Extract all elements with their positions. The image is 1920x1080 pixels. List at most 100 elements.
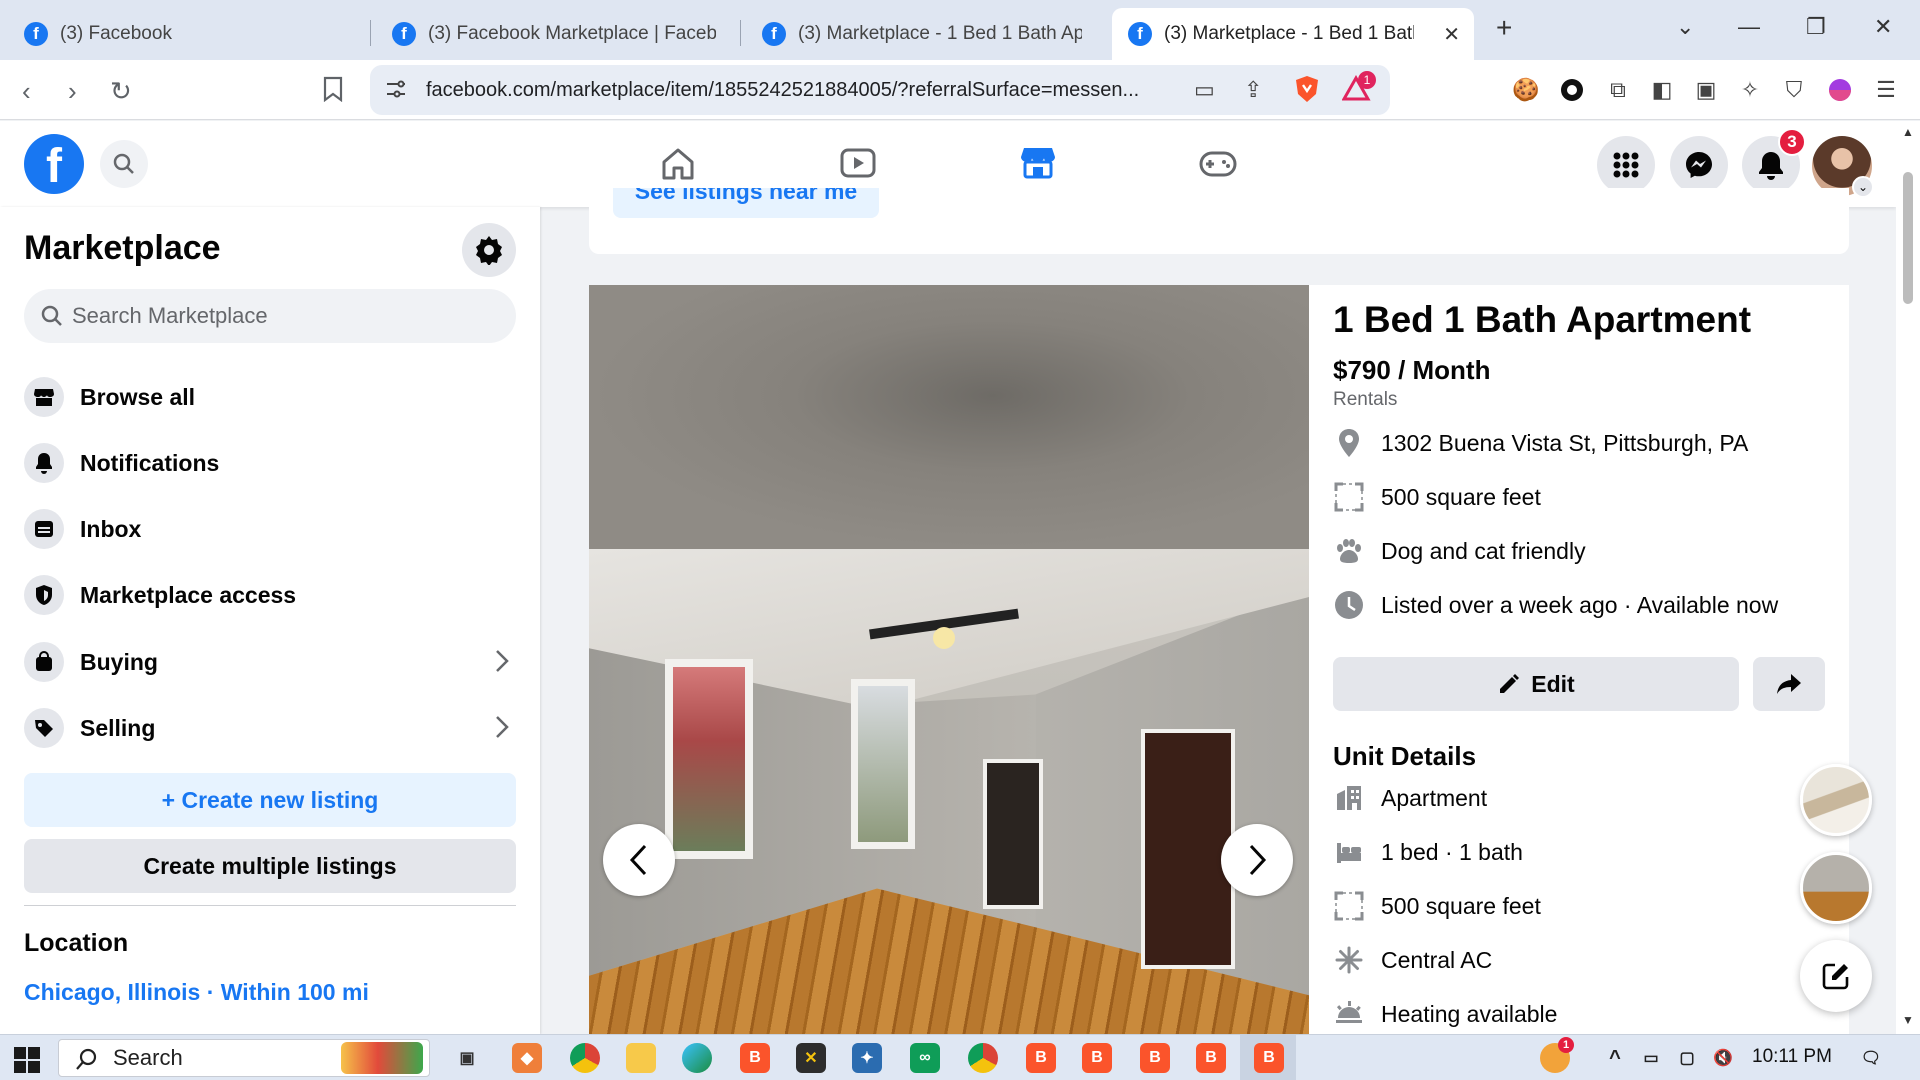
- location-link[interactable]: Chicago, Illinois · Within 100 mi: [24, 979, 369, 1006]
- listing-category[interactable]: Rentals: [1333, 389, 1397, 411]
- forward-icon[interactable]: ›: [68, 76, 77, 107]
- window-close-icon[interactable]: ✕: [1874, 14, 1892, 40]
- reload-icon[interactable]: ↻: [110, 76, 132, 107]
- menu-icon[interactable]: ☰: [1872, 76, 1900, 104]
- new-tab-icon[interactable]: +: [1496, 12, 1512, 44]
- unit-detail-row: Apartment: [1333, 780, 1487, 816]
- tab-search-chevron-icon[interactable]: ⌄: [1676, 14, 1694, 40]
- back-icon[interactable]: ‹: [22, 76, 31, 107]
- brave-icon[interactable]: B: [1026, 1043, 1056, 1073]
- site-info-icon[interactable]: [384, 77, 408, 107]
- taskbar-search-box[interactable]: Search: [58, 1039, 430, 1077]
- notification-center-icon[interactable]: 🗨: [1856, 1043, 1886, 1073]
- notifications-button[interactable]: 3: [1742, 128, 1806, 194]
- sidebar-item-notifications[interactable]: Notifications: [24, 433, 516, 493]
- bookmark-icon[interactable]: [322, 76, 344, 109]
- chevron-right-icon: [1249, 844, 1267, 876]
- brave-icon[interactable]: B: [1082, 1043, 1112, 1073]
- sidebar-item-inbox[interactable]: Inbox: [24, 499, 516, 559]
- network-icon[interactable]: ▢: [1672, 1043, 1702, 1073]
- chrome-icon[interactable]: [968, 1043, 998, 1073]
- profile-extension-icon[interactable]: [1826, 76, 1854, 104]
- floating-chat-thumbnail[interactable]: [1800, 764, 1872, 836]
- area-icon: [1333, 890, 1365, 922]
- install-app-icon[interactable]: ▭: [1194, 77, 1215, 103]
- cookie-extension-icon[interactable]: 🍪: [1512, 76, 1540, 104]
- search-icon: [113, 153, 134, 174]
- new-message-button[interactable]: [1800, 940, 1872, 1012]
- windows-start-icon[interactable]: [14, 1047, 40, 1078]
- scroll-up-arrow-icon[interactable]: ▲: [1902, 125, 1914, 139]
- chrome-icon[interactable]: [570, 1043, 600, 1073]
- share-listing-button[interactable]: [1753, 657, 1825, 711]
- file-explorer-icon[interactable]: [626, 1043, 656, 1073]
- floating-chat-thumbnail[interactable]: [1800, 852, 1872, 924]
- app-icon[interactable]: ✦: [852, 1043, 882, 1073]
- create-multiple-listings-button[interactable]: Create multiple listings: [24, 839, 516, 893]
- close-tab-icon[interactable]: ✕: [1443, 22, 1460, 47]
- chevron-down-icon[interactable]: ⌄: [1852, 176, 1874, 198]
- brave-icon[interactable]: B: [740, 1043, 770, 1073]
- settings-button[interactable]: [462, 223, 516, 277]
- browser-tab-3[interactable]: f (3) Marketplace - 1 Bed 1 Bath Apartm: [746, 12, 1098, 56]
- sidebar-item-marketplace-access[interactable]: Marketplace access: [24, 565, 516, 625]
- extensions-puzzle-icon[interactable]: ⧉: [1604, 76, 1632, 104]
- previous-photo-button[interactable]: [603, 824, 675, 896]
- inbox-icon: [24, 509, 64, 549]
- minimize-icon[interactable]: —: [1738, 14, 1760, 40]
- vpn-icon[interactable]: ⛉: [1780, 76, 1808, 104]
- brave-rewards-icon[interactable]: 1: [1341, 71, 1376, 109]
- brave-icon[interactable]: B: [1254, 1043, 1284, 1073]
- app-icon[interactable]: ✕: [796, 1043, 826, 1073]
- app-icon[interactable]: ◆: [512, 1043, 542, 1073]
- scrollbar-thumb[interactable]: [1903, 172, 1913, 304]
- clock-time[interactable]: 10:11 PM: [1752, 1046, 1832, 1068]
- edge-icon[interactable]: [682, 1043, 712, 1073]
- marketplace-search-input[interactable]: Search Marketplace: [24, 289, 516, 343]
- brave-icon[interactable]: B: [1140, 1043, 1170, 1073]
- ceiling-light: [933, 627, 955, 649]
- battery-icon[interactable]: ▭: [1636, 1043, 1666, 1073]
- browser-tab-1[interactable]: f (3) Facebook: [8, 12, 364, 56]
- sidebar-toggle-icon[interactable]: ◧: [1648, 76, 1676, 104]
- bell-icon: [24, 443, 64, 483]
- browser-tab-active[interactable]: f (3) Marketplace - 1 Bed 1 Bath A ✕: [1112, 8, 1474, 60]
- browser-tab-2[interactable]: f (3) Facebook Marketplace | Facebook: [376, 12, 732, 56]
- weather-icon[interactable]: 1: [1540, 1037, 1574, 1073]
- app-icon[interactable]: ∞: [910, 1043, 940, 1073]
- edit-listing-button[interactable]: Edit: [1333, 657, 1739, 711]
- create-new-listing-button[interactable]: + Create new listing: [24, 773, 516, 827]
- next-photo-button[interactable]: [1221, 824, 1293, 896]
- listing-pet-policy: Dog and cat friendly: [1381, 537, 1586, 564]
- share-page-icon[interactable]: ⇪: [1244, 77, 1262, 103]
- paw-icon: [1333, 535, 1365, 567]
- volume-muted-icon[interactable]: 🔇: [1708, 1043, 1738, 1073]
- search-icon: [76, 1048, 97, 1070]
- scroll-down-arrow-icon[interactable]: ▼: [1902, 1013, 1914, 1027]
- apartment-room-image: [589, 549, 1309, 1034]
- record-extension-icon[interactable]: [1558, 76, 1586, 104]
- leo-ai-icon[interactable]: ✧: [1736, 76, 1764, 104]
- search-icon: [41, 305, 62, 326]
- facebook-search-button[interactable]: [100, 140, 148, 188]
- video-icon: [840, 148, 876, 178]
- menu-grid-button[interactable]: [1597, 136, 1655, 194]
- see-listings-near-me-button[interactable]: See listings near me: [613, 188, 879, 218]
- restore-icon[interactable]: ❐: [1806, 14, 1826, 40]
- address-bar[interactable]: facebook.com/marketplace/item/1855242521…: [370, 65, 1390, 115]
- wallet-icon[interactable]: ▣: [1692, 76, 1720, 104]
- facebook-logo-icon[interactable]: f: [24, 134, 84, 194]
- sidebar-item-browse-all[interactable]: Browse all: [24, 367, 516, 427]
- sidebar-item-buying[interactable]: Buying: [24, 632, 516, 692]
- weather-badge: 1: [1558, 1037, 1574, 1053]
- tray-chevron-up-icon[interactable]: ^: [1600, 1043, 1630, 1073]
- brave-shield-icon[interactable]: [1294, 75, 1320, 109]
- brave-icon[interactable]: B: [1196, 1043, 1226, 1073]
- sidebar-item-selling[interactable]: Selling: [24, 698, 516, 758]
- unit-bed-bath: 1 bed · 1 bath: [1381, 838, 1523, 865]
- messenger-button[interactable]: [1670, 136, 1728, 194]
- listing-card: 1 Bed 1 Bath Apartment $790 / Month Rent…: [589, 285, 1849, 1034]
- tab-title: (3) Facebook: [60, 23, 172, 44]
- notification-badge: 3: [1778, 128, 1806, 156]
- task-view-icon[interactable]: ▣: [452, 1043, 482, 1073]
